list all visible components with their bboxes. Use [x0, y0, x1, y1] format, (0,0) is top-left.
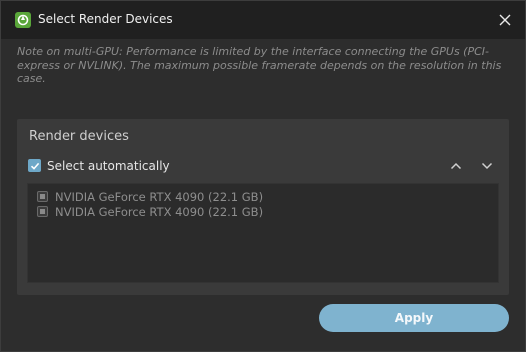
select-automatically-label[interactable]: Select automatically — [47, 159, 170, 173]
checkmark-icon — [30, 162, 39, 170]
select-render-devices-dialog: Select Render Devices Note on multi-GPU:… — [0, 0, 526, 352]
close-button[interactable] — [495, 10, 515, 30]
title-bar: Select Render Devices — [1, 1, 525, 39]
device-list: NVIDIA GeForce RTX 4090 (22.1 GB) NVIDIA… — [27, 183, 499, 283]
device-label: NVIDIA GeForce RTX 4090 (22.1 GB) — [55, 204, 264, 219]
device-item[interactable]: NVIDIA GeForce RTX 4090 (22.1 GB) — [28, 189, 498, 204]
device-checkbox[interactable] — [37, 191, 48, 202]
panel-title: Render devices — [29, 129, 129, 144]
device-label: NVIDIA GeForce RTX 4090 (22.1 GB) — [55, 189, 264, 204]
select-automatically-checkbox[interactable] — [28, 159, 41, 172]
move-up-button[interactable] — [447, 157, 465, 175]
window-title: Select Render Devices — [38, 12, 173, 26]
device-checkbox[interactable] — [37, 206, 48, 217]
multi-gpu-note: Note on multi-GPU: Performance is limite… — [17, 45, 502, 85]
chevron-up-icon — [450, 162, 462, 170]
close-icon — [499, 14, 511, 26]
render-app-icon — [15, 12, 31, 28]
render-devices-panel: Render devices Select automatically NVID… — [17, 119, 509, 295]
apply-button[interactable]: Apply — [319, 304, 509, 332]
device-item[interactable]: NVIDIA GeForce RTX 4090 (22.1 GB) — [28, 204, 498, 219]
move-down-button[interactable] — [478, 157, 496, 175]
chevron-down-icon — [481, 162, 493, 170]
